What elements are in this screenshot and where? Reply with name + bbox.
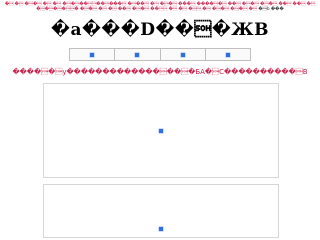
nav-item-1[interactable] [70,49,116,60]
nav-item-3[interactable] [161,49,206,60]
content-panel-1 [43,83,279,178]
nav-bar [69,48,251,61]
broken-image-icon[interactable] [135,52,140,57]
top-marquee-line-2: �b ��� [258,6,284,11]
broken-image-icon[interactable] [225,52,230,57]
broken-image-icon[interactable] [180,52,185,57]
broken-image-icon [159,128,163,133]
top-marquee-text: � � �� � � ��������� ��� �… [4,1,316,11]
content-panel-2 [43,184,279,238]
nav-item-2[interactable] [115,49,161,60]
broken-image-icon[interactable] [90,52,95,57]
broken-image-icon [159,227,163,231]
nav-item-4[interactable] [206,49,250,60]
announcement-marquee[interactable]: �����y����������������БA�C���������… [6,67,314,77]
site-title: �a���D���ЖB [51,20,269,40]
